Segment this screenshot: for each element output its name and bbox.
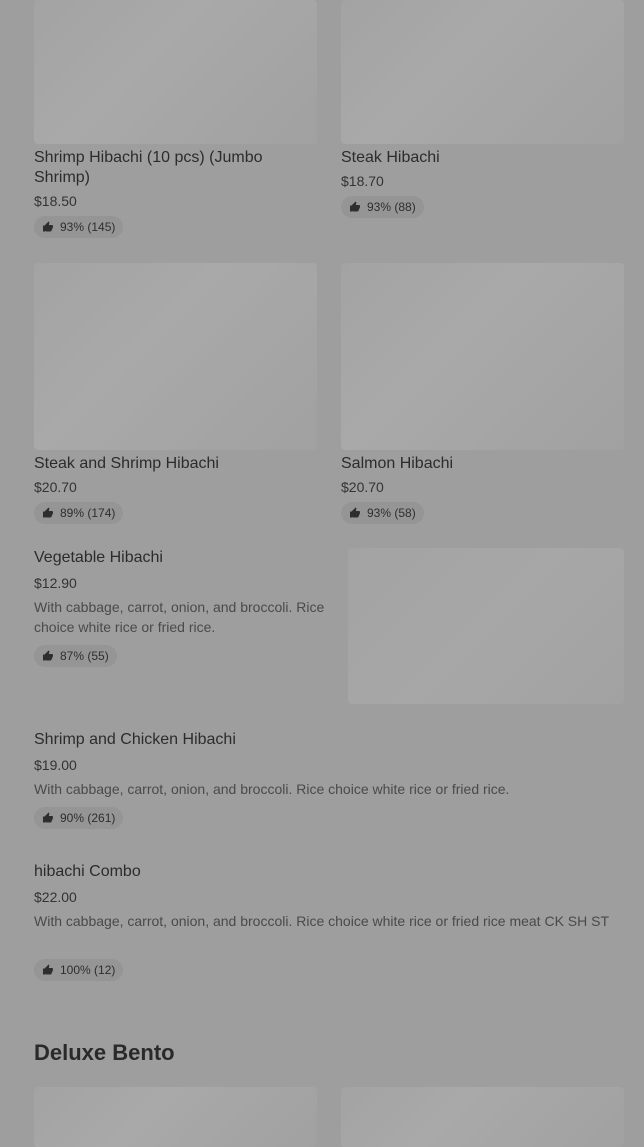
thumbs-up-icon [43,507,53,518]
thumbs-up-icon [350,507,360,518]
item-title[interactable]: Shrimp Hibachi (10 pcs) (Jumbo Shrimp) [34,148,317,188]
item-image-steak-shrimp-hibachi[interactable] [34,263,317,450]
item-price: $12.90 [34,575,77,591]
item-title[interactable]: Salmon Hibachi [341,454,624,474]
thumbs-up-icon [43,812,53,823]
item-image-steak-hibachi[interactable] [341,0,624,144]
thumbs-up-icon [43,221,53,232]
rating-badge: 89% (174) [34,502,124,524]
rating-badge: 93% (88) [341,196,424,218]
item-image-bento-2[interactable] [341,1087,624,1147]
rating-text: 93% (145) [60,220,116,234]
item-image-shrimp-hibachi[interactable] [34,0,317,144]
rating-badge: 100% (12) [34,959,124,981]
item-image-vegetable-hibachi[interactable] [348,548,624,704]
item-price: $18.50 [34,193,77,209]
item-description: With cabbage, carrot, onion, and broccol… [34,599,325,635]
rating-text: 100% (12) [60,963,116,977]
item-title[interactable]: hibachi Combo [34,862,624,882]
rating-badge: 87% (55) [34,645,117,667]
item-price: $18.70 [341,173,384,189]
item-description: With cabbage, carrot, onion, and broccol… [34,913,610,929]
item-price: $20.70 [34,479,77,495]
thumbs-up-icon [43,650,53,661]
rating-text: 90% (261) [60,811,116,825]
rating-text: 89% (174) [60,506,116,520]
item-title[interactable]: Steak Hibachi [341,148,624,168]
item-description: With cabbage, carrot, onion, and broccol… [34,781,510,797]
item-title[interactable]: Shrimp and Chicken Hibachi [34,730,624,750]
item-title[interactable]: Vegetable Hibachi [34,548,334,568]
item-price: $20.70 [341,479,384,495]
rating-text: 87% (55) [60,649,109,663]
thumbs-up-icon [350,201,360,212]
item-image-salmon-hibachi[interactable] [341,263,624,450]
rating-badge: 93% (58) [341,502,424,524]
item-price: $19.00 [34,757,77,773]
item-image-bento-1[interactable] [34,1087,317,1147]
rating-badge: 93% (145) [34,216,124,238]
item-price: $22.00 [34,889,77,905]
section-title: Deluxe Bento [34,1040,175,1065]
rating-badge: 90% (261) [34,807,124,829]
rating-text: 93% (88) [367,200,416,214]
item-title[interactable]: Steak and Shrimp Hibachi [34,454,317,474]
rating-text: 93% (58) [367,506,416,520]
thumbs-up-icon [43,964,53,975]
